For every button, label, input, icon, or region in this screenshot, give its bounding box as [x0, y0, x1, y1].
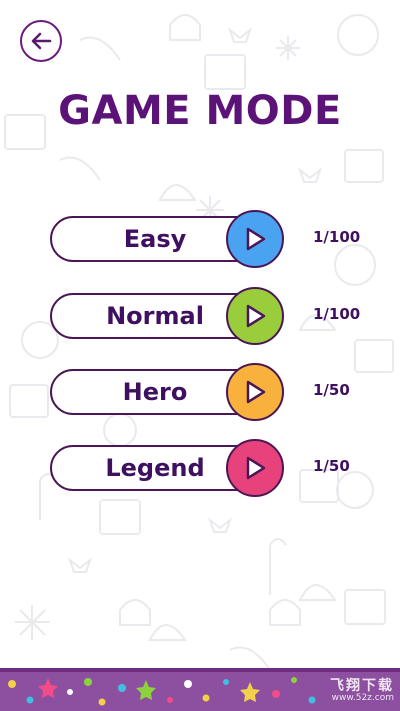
- mode-label: Easy: [123, 225, 187, 253]
- gift-icon: [9, 384, 49, 418]
- level-progress: 1/100: [313, 228, 361, 246]
- play-icon: [246, 227, 266, 251]
- watermark: 飞翔下载 www.52z.com: [330, 677, 394, 703]
- page-title: GAME MODE: [58, 88, 342, 134]
- mode-label: Legend: [105, 454, 205, 482]
- mode-label: Hero: [122, 378, 188, 406]
- ornament-icon: [337, 14, 379, 56]
- level-progress: 1/100: [313, 305, 361, 323]
- santa-hat-icon: [298, 584, 337, 601]
- holly-leaf-icon: [297, 167, 323, 183]
- snowflake-icon: [276, 36, 300, 60]
- footer-confetti-bar: 飞翔下载 www.52z.com: [0, 668, 400, 711]
- branch-icon: [229, 646, 271, 671]
- back-button[interactable]: [20, 20, 62, 62]
- bell-icon: [269, 599, 301, 626]
- mode-row-legend[interactable]: Legend 1/50: [50, 439, 380, 497]
- play-icon: [246, 456, 266, 480]
- play-button[interactable]: [226, 210, 284, 268]
- holly-leaf-icon: [67, 557, 93, 573]
- gift-icon: [204, 54, 246, 90]
- play-button[interactable]: [226, 363, 284, 421]
- branch-icon: [59, 156, 101, 181]
- holly-leaf-icon: [227, 27, 253, 43]
- gift-icon: [344, 589, 386, 625]
- mode-label: Normal: [106, 302, 204, 330]
- arrow-left-icon: [31, 32, 52, 50]
- candy-cane-icon: [269, 538, 287, 595]
- level-progress: 1/50: [313, 457, 350, 475]
- bell-icon: [169, 14, 201, 41]
- level-progress: 1/50: [313, 381, 350, 399]
- bell-icon: [119, 599, 151, 626]
- santa-hat-icon: [158, 184, 197, 201]
- holly-leaf-icon: [207, 517, 233, 533]
- gift-icon: [99, 499, 141, 535]
- mode-row-easy[interactable]: Easy 1/100: [50, 210, 380, 268]
- branch-icon: [79, 36, 121, 61]
- play-icon: [246, 380, 266, 404]
- snowflake-icon: [15, 605, 50, 640]
- mode-row-normal[interactable]: Normal 1/100: [50, 287, 380, 345]
- play-icon: [246, 304, 266, 328]
- mode-row-hero[interactable]: Hero 1/50: [50, 363, 380, 421]
- gift-icon: [344, 149, 384, 183]
- santa-hat-icon: [148, 624, 187, 641]
- play-button[interactable]: [226, 287, 284, 345]
- play-button[interactable]: [226, 439, 284, 497]
